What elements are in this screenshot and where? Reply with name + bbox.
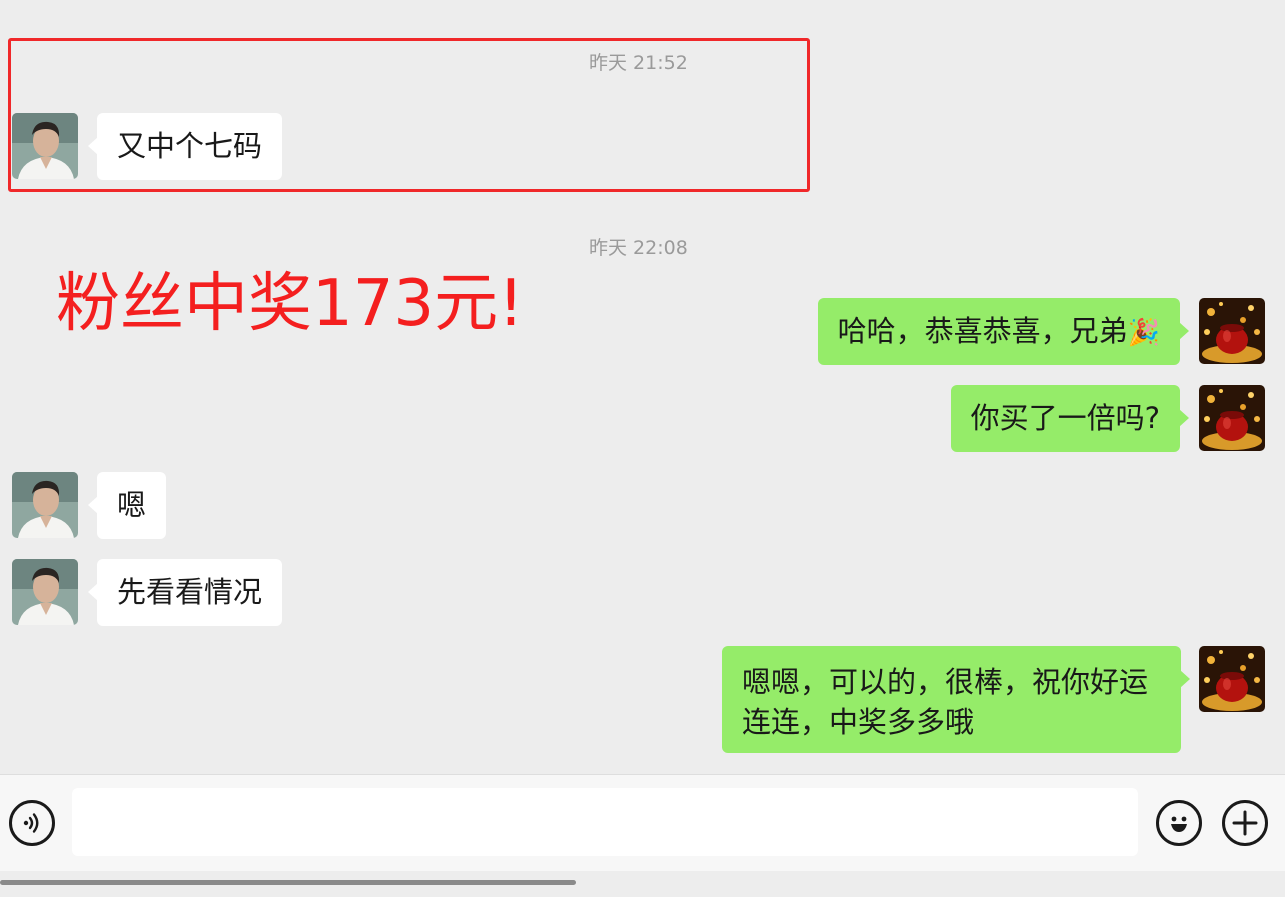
more-button[interactable] [1222, 800, 1268, 846]
timestamp: 昨天 21:52 [589, 52, 688, 74]
contact-avatar[interactable] [12, 559, 78, 625]
contact-avatar[interactable] [12, 472, 78, 538]
incoming-message[interactable]: 嗯 [87, 472, 167, 539]
incoming-message[interactable]: 先看看情况 [87, 559, 283, 626]
message-text: 先看看情况 [117, 575, 263, 609]
message-text: 又中个七码 [117, 129, 263, 163]
timestamp: 昨天 22:08 [589, 237, 688, 259]
headline-text: 粉丝中奖173元! [56, 267, 524, 341]
outgoing-message[interactable]: 哈哈，恭喜恭喜，兄弟🎉 [817, 298, 1190, 365]
contact-avatar[interactable] [12, 113, 78, 179]
my-avatar[interactable] [1199, 298, 1265, 364]
outgoing-message[interactable]: 你买了一倍吗? [950, 385, 1190, 452]
outgoing-message[interactable]: 嗯嗯，可以的，很棒，祝你好运连连，中奖多多哦 [722, 646, 1190, 753]
message-text: 嗯嗯，可以的，很棒，祝你好运连连，中奖多多哦 [742, 665, 1149, 739]
plus-icon [1232, 810, 1258, 836]
message-input[interactable] [72, 788, 1138, 856]
my-avatar[interactable] [1199, 646, 1265, 712]
my-avatar[interactable] [1199, 385, 1265, 451]
emoji-icon [1171, 816, 1187, 832]
message-text: 你买了一倍吗? [970, 401, 1160, 435]
party-popper-emoji: 🎉 [1127, 318, 1160, 348]
emoji-button[interactable] [1156, 800, 1202, 846]
message-text: 嗯 [117, 488, 147, 522]
voice-icon [23, 813, 39, 833]
incoming-message[interactable]: 又中个七码 [87, 113, 283, 180]
message-text: 哈哈，恭喜恭喜，兄弟 [837, 314, 1128, 348]
voice-button[interactable] [9, 800, 55, 846]
home-indicator [0, 880, 576, 885]
